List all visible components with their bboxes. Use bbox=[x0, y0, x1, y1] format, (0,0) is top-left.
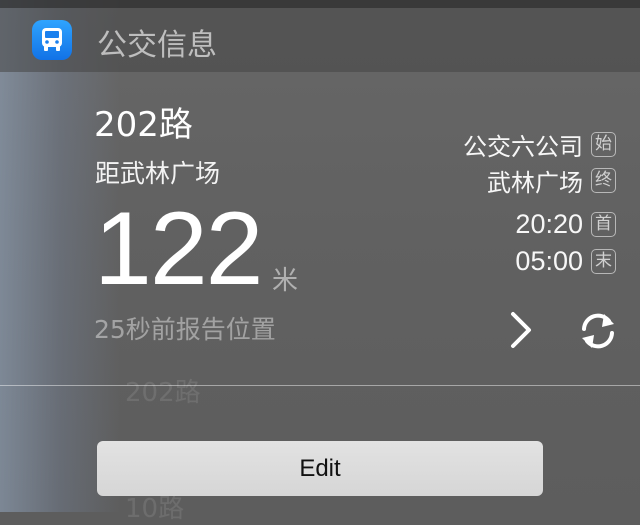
first-bus-time: 20:20 bbox=[515, 209, 583, 239]
first-badge: 首 bbox=[591, 212, 616, 237]
start-station: 公交六公司 bbox=[463, 133, 583, 161]
background-ghost-text: 202路 bbox=[125, 378, 201, 408]
end-badge: 终 bbox=[591, 168, 616, 193]
distance-value: 122 bbox=[94, 191, 264, 307]
start-badge: 始 bbox=[591, 132, 616, 157]
route-name: 202路 bbox=[94, 105, 193, 145]
widget-header[interactable]: 公交信息 bbox=[0, 0, 640, 72]
widget-title: 公交信息 bbox=[97, 28, 217, 63]
start-station-row: 公交六公司 始 bbox=[463, 127, 616, 162]
first-bus-row: 20:20 首 bbox=[515, 209, 616, 240]
last-bus-time: 05:00 bbox=[515, 246, 583, 276]
refresh-icon[interactable] bbox=[578, 312, 618, 355]
bus-icon[interactable] bbox=[32, 20, 72, 60]
distance-unit: 米 bbox=[272, 266, 299, 296]
divider bbox=[0, 385, 640, 386]
end-station: 武林广场 bbox=[487, 169, 583, 197]
distance-label: 距武林广场 bbox=[95, 159, 221, 188]
report-time: 25秒前报告位置 bbox=[94, 315, 276, 344]
end-station-row: 武林广场 终 bbox=[487, 163, 616, 198]
last-badge: 末 bbox=[591, 249, 616, 274]
edit-button[interactable]: Edit bbox=[97, 441, 543, 496]
chevron-right-icon[interactable] bbox=[506, 310, 536, 355]
last-bus-row: 05:00 末 bbox=[515, 246, 616, 277]
